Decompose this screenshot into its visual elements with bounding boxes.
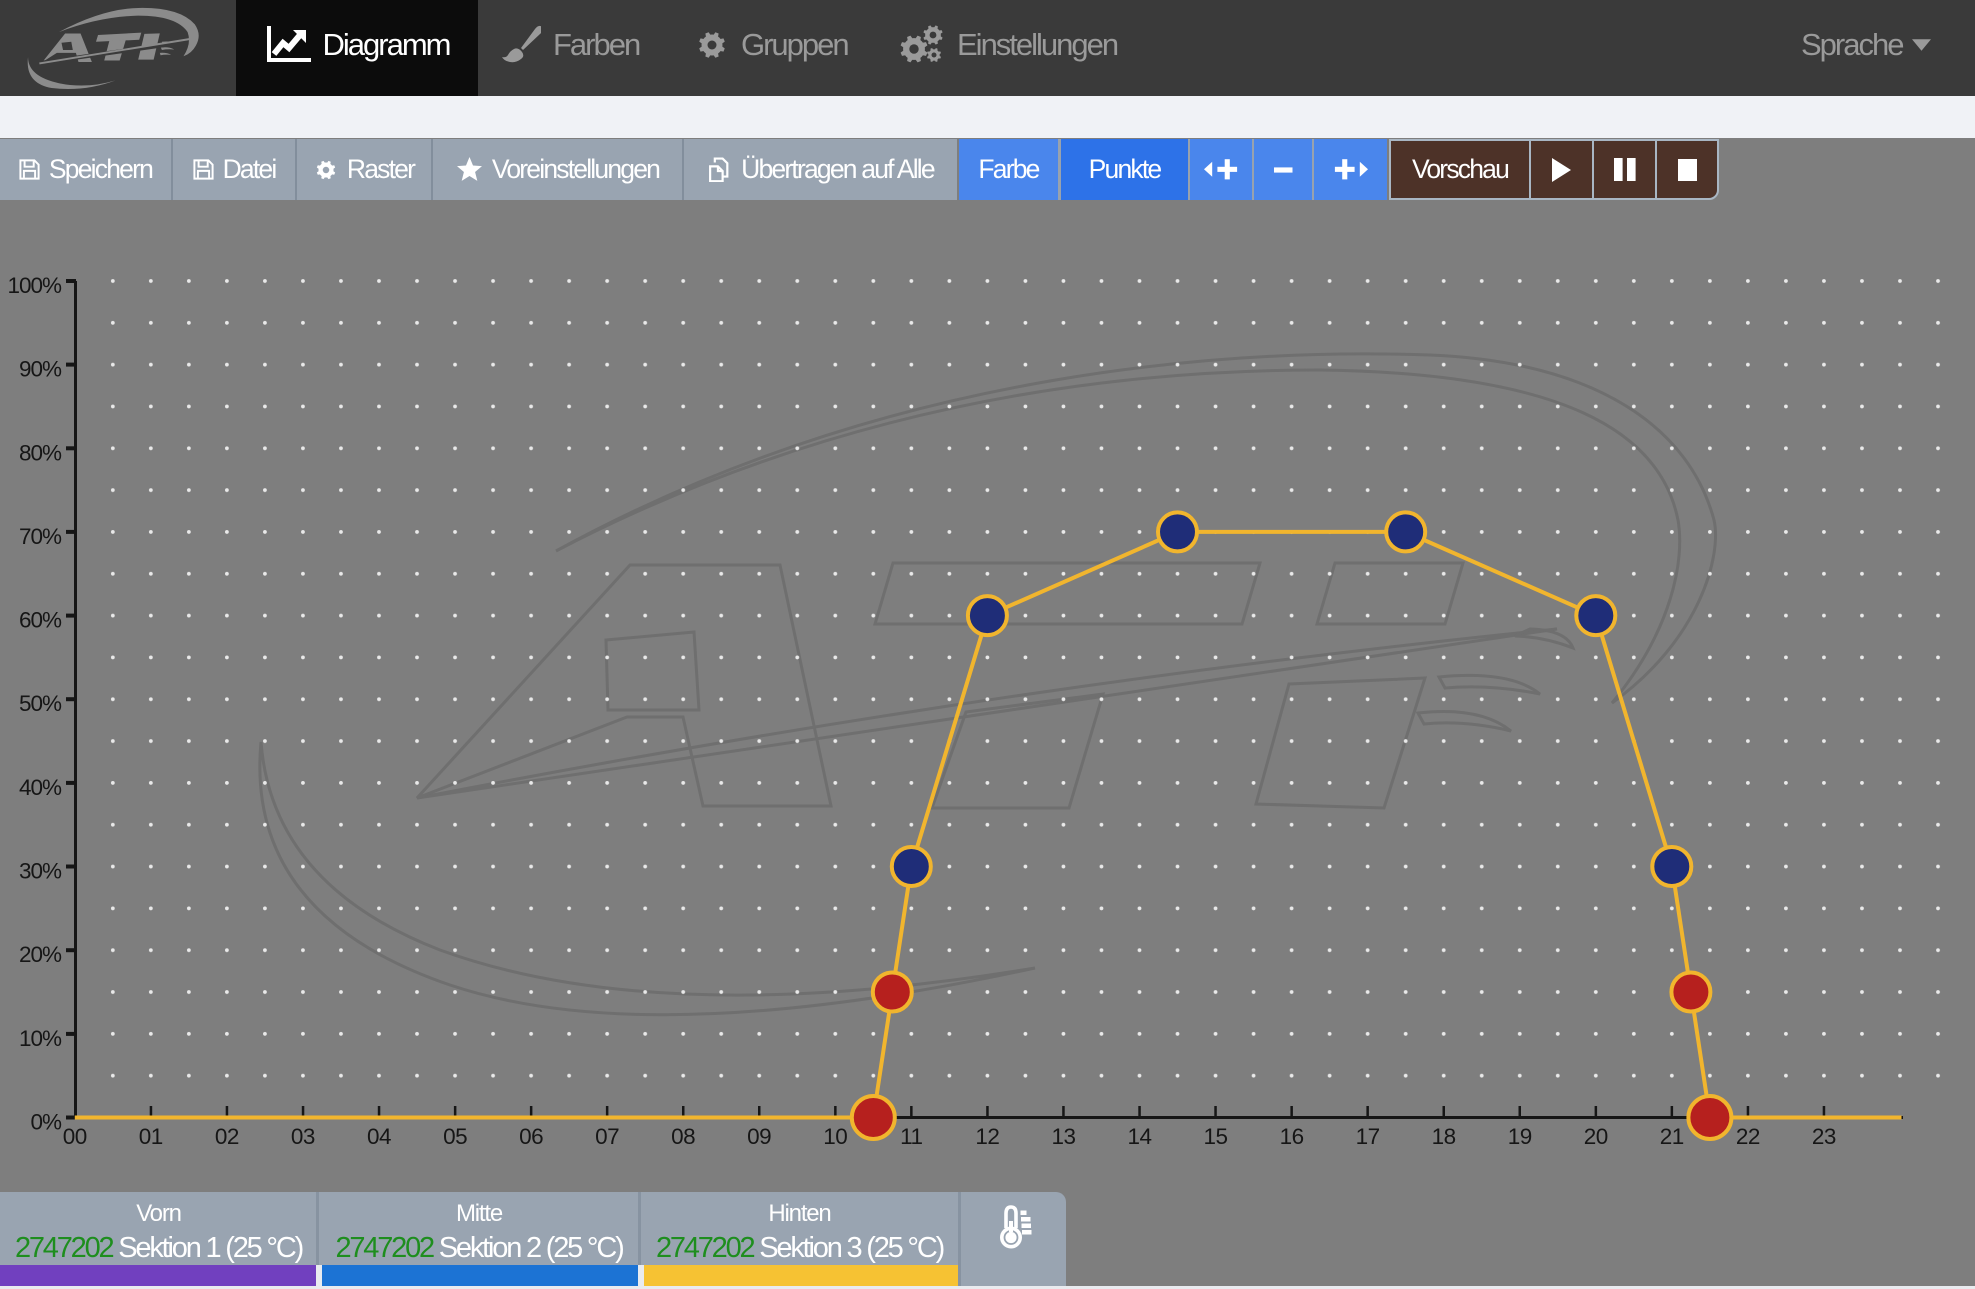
svg-text:20%: 20% xyxy=(19,942,62,967)
svg-text:100%: 100% xyxy=(7,273,62,298)
svg-text:60%: 60% xyxy=(19,608,62,633)
svg-text:23: 23 xyxy=(1812,1124,1836,1149)
svg-text:20: 20 xyxy=(1584,1124,1608,1149)
svg-text:14: 14 xyxy=(1127,1124,1151,1149)
svg-text:10%: 10% xyxy=(19,1026,62,1051)
svg-text:11: 11 xyxy=(900,1124,922,1149)
svg-text:30%: 30% xyxy=(19,859,62,884)
svg-text:07: 07 xyxy=(595,1124,619,1149)
svg-text:18: 18 xyxy=(1432,1124,1456,1149)
svg-text:12: 12 xyxy=(975,1124,999,1149)
svg-text:90%: 90% xyxy=(19,357,62,382)
svg-text:04: 04 xyxy=(367,1124,391,1149)
svg-text:10: 10 xyxy=(823,1124,847,1149)
svg-text:21: 21 xyxy=(1660,1124,1684,1149)
svg-text:50%: 50% xyxy=(19,691,62,716)
svg-text:05: 05 xyxy=(443,1124,467,1149)
svg-text:40%: 40% xyxy=(19,775,62,800)
svg-text:00: 00 xyxy=(63,1124,87,1149)
svg-text:19: 19 xyxy=(1508,1124,1532,1149)
svg-text:06: 06 xyxy=(519,1124,543,1149)
svg-text:16: 16 xyxy=(1280,1124,1304,1149)
svg-text:02: 02 xyxy=(215,1124,239,1149)
svg-text:22: 22 xyxy=(1736,1124,1760,1149)
svg-text:0%: 0% xyxy=(30,1110,62,1135)
svg-text:01: 01 xyxy=(139,1124,163,1149)
svg-text:03: 03 xyxy=(291,1124,315,1149)
svg-text:80%: 80% xyxy=(19,440,62,465)
svg-text:13: 13 xyxy=(1051,1124,1075,1149)
svg-text:08: 08 xyxy=(671,1124,695,1149)
svg-text:17: 17 xyxy=(1356,1124,1380,1149)
svg-text:15: 15 xyxy=(1203,1124,1227,1149)
svg-text:70%: 70% xyxy=(19,524,62,549)
svg-text:09: 09 xyxy=(747,1124,771,1149)
